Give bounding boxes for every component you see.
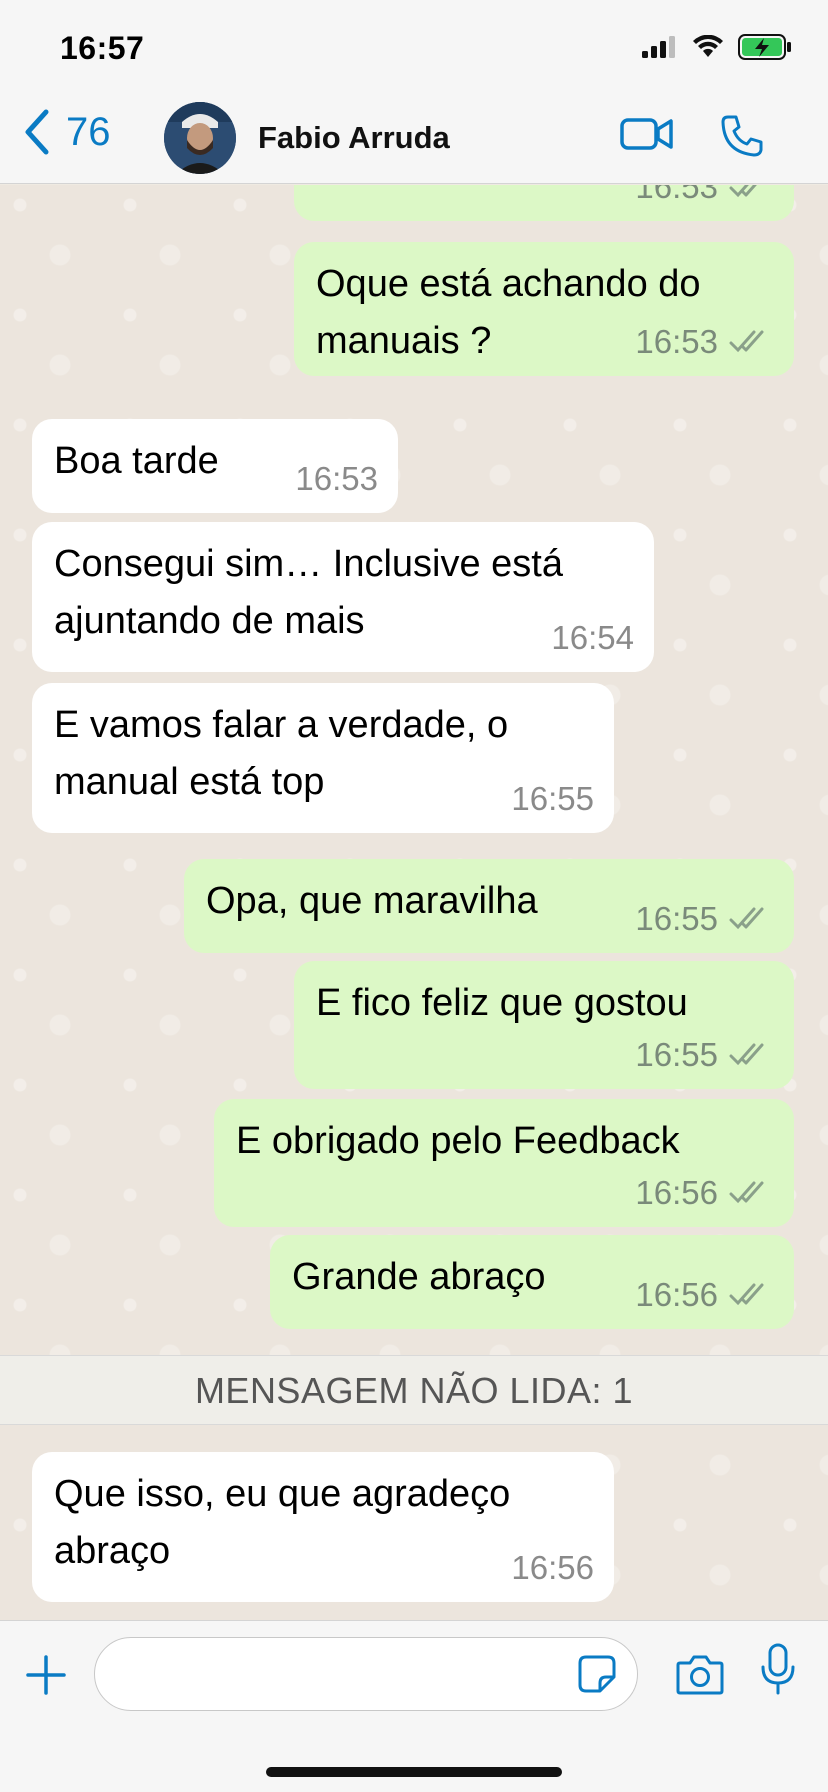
message-bubble-incoming[interactable]: E vamos falar a verdade, o manual está t…: [32, 683, 614, 833]
double-check-icon: [729, 1181, 764, 1203]
message-text: Grande abraço: [292, 1256, 546, 1298]
cellular-signal-icon: [642, 36, 675, 58]
chevron-left-icon: [25, 109, 49, 155]
avatar-image: [164, 102, 236, 174]
phone-icon: [721, 115, 763, 157]
wifi-icon: [693, 35, 723, 57]
message-bubble-outgoing[interactable]: Grande abraço 16:56: [270, 1235, 794, 1329]
message-text: Boa tarde: [54, 440, 219, 482]
avatar[interactable]: [164, 102, 236, 174]
double-check-icon: [729, 1283, 764, 1305]
message-text: E vamos falar a verdade, o manual está t…: [54, 704, 509, 803]
attach-button[interactable]: [24, 1653, 68, 1702]
message-meta: 16:56: [635, 1164, 774, 1221]
message-meta: 16:53: [635, 185, 774, 215]
double-check-icon: [729, 185, 757, 197]
unread-chats-count: 76: [66, 109, 111, 154]
message-meta: 16:53: [635, 313, 774, 370]
double-check-icon: [729, 1043, 764, 1065]
message-composer: [0, 1620, 828, 1792]
message-meta: 16:55: [635, 1026, 774, 1083]
status-time: 16:57: [60, 30, 145, 66]
message-bubble-incoming[interactable]: Consegui sim… Inclusive está ajuntando d…: [32, 522, 654, 672]
message-meta: 16:55: [635, 890, 774, 947]
battery-charging-icon: [738, 34, 791, 60]
message-meta: 16:54: [551, 609, 634, 666]
message-meta: 16:56: [635, 1266, 774, 1323]
unread-messages-banner: MENSAGEM NÃO LIDA: 1: [0, 1355, 828, 1425]
camera-button[interactable]: [676, 1653, 724, 1700]
message-time: 16:55: [511, 780, 594, 817]
message-text: E obrigado pelo Feedback: [236, 1120, 680, 1162]
message-time: 16:53: [295, 460, 378, 497]
message-meta: 16:53: [295, 450, 378, 507]
message-bubble-incoming[interactable]: Que isso, eu que agradeço abraço 16:56: [32, 1452, 614, 1602]
voice-message-button[interactable]: [760, 1643, 796, 1700]
message-text: Consegui sim… Inclusive está ajuntando d…: [54, 543, 563, 642]
message-bubble-outgoing[interactable]: E fico feliz que gostou 16:55: [294, 961, 794, 1089]
camera-icon: [676, 1655, 724, 1695]
video-call-button[interactable]: [620, 114, 674, 159]
message-time: 16:56: [511, 1549, 594, 1586]
message-time: 16:54: [551, 619, 634, 656]
message-input[interactable]: [94, 1637, 638, 1711]
chat-area[interactable]: 16:53 Oque está achando do manuais ? 16:…: [0, 185, 828, 1620]
status-icons: [642, 34, 792, 60]
message-bubble-incoming[interactable]: Boa tarde 16:53: [32, 419, 398, 513]
chat-header: 76 Fabio Arruda: [0, 96, 828, 184]
message-text: Opa, que maravilha: [206, 880, 538, 922]
message-time: 16:56: [635, 1276, 718, 1313]
voice-call-button[interactable]: [720, 114, 764, 163]
double-check-icon: [729, 330, 764, 352]
back-button[interactable]: 76: [22, 108, 111, 156]
message-meta: 16:56: [511, 1539, 594, 1596]
microphone-icon: [761, 1643, 795, 1695]
message-text: Que isso, eu que agradeço abraço: [54, 1473, 511, 1572]
message-bubble-outgoing[interactable]: E obrigado pelo Feedback 16:56: [214, 1099, 794, 1227]
sticker-icon: [578, 1655, 616, 1693]
status-bar: 16:57: [0, 0, 828, 96]
message-bubble-outgoing[interactable]: 16:53: [294, 185, 794, 221]
message-meta: 16:55: [511, 770, 594, 827]
double-check-icon: [729, 907, 764, 929]
message-time: 16:53: [635, 323, 718, 360]
plus-icon: [26, 1655, 66, 1695]
message-text: E fico feliz que gostou: [316, 982, 688, 1024]
message-time: 16:55: [635, 900, 718, 937]
home-indicator[interactable]: [266, 1767, 562, 1777]
video-camera-icon: [620, 118, 673, 150]
contact-name[interactable]: Fabio Arruda: [258, 120, 450, 156]
message-bubble-outgoing[interactable]: Opa, que maravilha 16:55: [184, 859, 794, 953]
message-time: 16:56: [635, 1174, 718, 1211]
message-bubble-outgoing[interactable]: Oque está achando do manuais ? 16:53: [294, 242, 794, 376]
message-time: 16:55: [635, 1036, 718, 1073]
sticker-button[interactable]: [578, 1655, 616, 1698]
message-time: 16:53: [635, 185, 718, 205]
